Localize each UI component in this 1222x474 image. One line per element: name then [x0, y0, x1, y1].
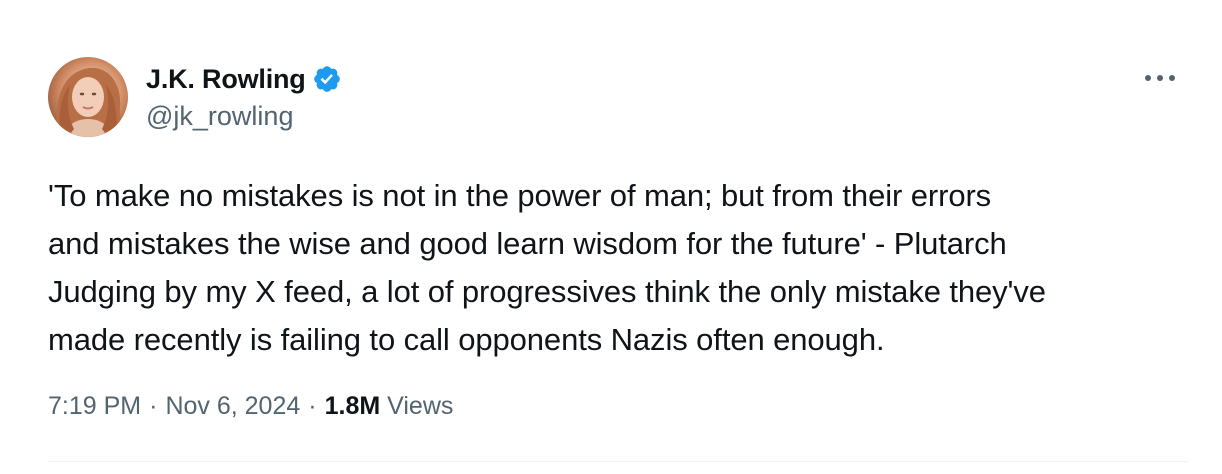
author-name-row: J.K. Rowling: [146, 60, 342, 98]
views-label: Views: [387, 392, 454, 420]
meta-separator: ·: [308, 392, 317, 420]
more-options-icon: [1145, 75, 1175, 81]
verified-badge-icon[interactable]: [312, 64, 342, 94]
meta-separator: ·: [149, 392, 158, 420]
author-display-name[interactable]: J.K. Rowling: [146, 64, 306, 95]
tweet-meta: 7:19 PM · Nov 6, 2024 · 1.8M Views: [48, 392, 453, 421]
tweet-date[interactable]: Nov 6, 2024: [165, 392, 300, 421]
avatar[interactable]: [48, 57, 128, 137]
views-spacer: [380, 392, 387, 421]
profile-photo-icon: [56, 67, 125, 137]
more-options-button[interactable]: [1140, 64, 1180, 92]
tweet-time[interactable]: 7:19 PM: [48, 392, 141, 421]
tweet-text: 'To make no mistakes is not in the power…: [48, 178, 1046, 357]
views-count: 1.8M: [324, 392, 381, 420]
tweet-card: J.K. Rowling @jk_rowling 'To make no mis…: [0, 0, 1222, 474]
divider: [48, 461, 1188, 462]
author-handle[interactable]: @jk_rowling: [146, 101, 293, 132]
